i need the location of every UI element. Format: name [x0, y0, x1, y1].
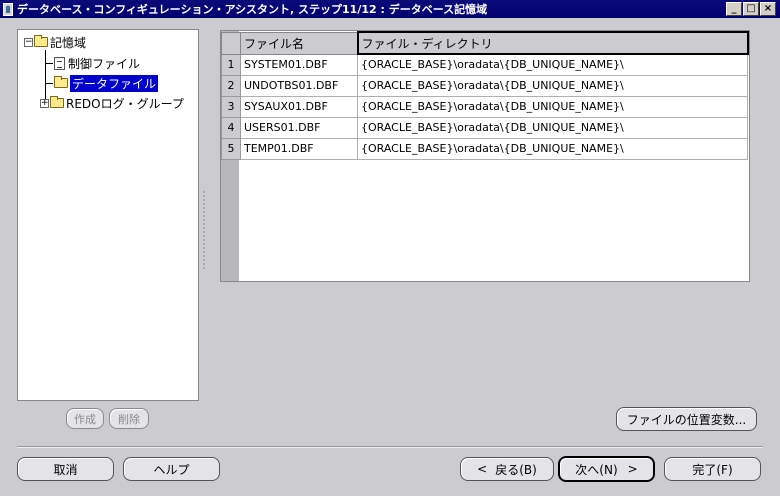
table-row[interactable]: 4 USERS01.DBF {ORACLE_BASE}\oradata\{DB_…: [221, 116, 748, 139]
table-row[interactable]: 2 UNDOTBS01.DBF {ORACLE_BASE}\oradata\{D…: [221, 74, 748, 97]
cell-directory[interactable]: {ORACLE_BASE}\oradata\{DB_UNIQUE_NAME}\: [357, 116, 748, 139]
cell-directory[interactable]: {ORACLE_BASE}\oradata\{DB_UNIQUE_NAME}\: [357, 137, 748, 160]
tree-node-control-files[interactable]: 制御ファイル: [54, 54, 140, 72]
row-number: 3: [221, 95, 241, 118]
back-button[interactable]: < 戻る(B): [460, 457, 554, 481]
tree-connector: [45, 83, 53, 84]
document-icon: [54, 56, 65, 70]
create-button[interactable]: 作成: [66, 408, 104, 429]
app-icon: [3, 2, 13, 16]
collapse-icon[interactable]: −: [24, 37, 33, 47]
close-button[interactable]: ×: [760, 2, 776, 16]
row-number: 5: [221, 137, 241, 160]
cell-filename[interactable]: USERS01.DBF: [240, 116, 358, 139]
title-bar: データベース・コンフィギュレーション・アシスタント, ステップ11/12 : デ…: [0, 0, 780, 18]
column-header-filename[interactable]: ファイル名: [240, 31, 358, 55]
window-controls: _ □ ×: [726, 2, 776, 16]
table-row[interactable]: 1 SYSTEM01.DBF {ORACLE_BASE}\oradata\{DB…: [221, 53, 748, 76]
folder-icon: [34, 35, 48, 47]
minimize-button[interactable]: _: [726, 2, 742, 16]
next-button-label: 次へ(N): [575, 462, 618, 477]
help-button[interactable]: ヘルプ: [123, 457, 220, 481]
maximize-button[interactable]: □: [743, 2, 759, 16]
file-location-variables-button[interactable]: ファイルの位置変数...: [616, 407, 757, 431]
column-header-directory[interactable]: ファイル・ディレクトリ: [356, 31, 749, 55]
cell-directory[interactable]: {ORACLE_BASE}\oradata\{DB_UNIQUE_NAME}\: [357, 74, 748, 97]
tree-node-datafiles[interactable]: データファイル: [54, 74, 159, 92]
row-number: 2: [221, 74, 241, 97]
table-row[interactable]: 5 TEMP01.DBF {ORACLE_BASE}\oradata\{DB_U…: [221, 137, 748, 160]
tree-node-label: 記憶域: [50, 35, 87, 50]
folder-icon: [54, 76, 68, 88]
folder-icon: [50, 96, 64, 108]
cell-directory[interactable]: {ORACLE_BASE}\oradata\{DB_UNIQUE_NAME}\: [357, 95, 748, 118]
tree-connector: [45, 63, 53, 64]
window-title: データベース・コンフィギュレーション・アシスタント, ステップ11/12 : デ…: [17, 3, 488, 16]
table-row[interactable]: 3 SYSAUX01.DBF {ORACLE_BASE}\oradata\{DB…: [221, 95, 748, 118]
cell-filename[interactable]: SYSAUX01.DBF: [240, 95, 358, 118]
cell-directory[interactable]: {ORACLE_BASE}\oradata\{DB_UNIQUE_NAME}\: [357, 53, 748, 76]
tree-node-storage[interactable]: − 記憶域: [24, 33, 86, 51]
datafiles-table: ファイル名 ファイル・ディレクトリ 1 SYSTEM01.DBF {ORACLE…: [220, 30, 750, 282]
delete-button[interactable]: 削除: [109, 408, 149, 429]
tree-node-redo-log-groups[interactable]: + REDOログ・グループ: [40, 94, 184, 112]
row-number: 4: [221, 116, 241, 139]
row-number: 1: [221, 53, 241, 76]
tree-node-label: 制御ファイル: [68, 56, 141, 71]
cancel-button[interactable]: 取消: [17, 457, 114, 481]
storage-tree[interactable]: − 記憶域 制御ファイル データファイル + REDOログ・グループ: [17, 29, 199, 401]
table-corner: [221, 31, 241, 55]
tree-node-label: データファイル: [70, 74, 159, 92]
chevron-right-icon: >: [627, 462, 638, 476]
cell-filename[interactable]: UNDOTBS01.DBF: [240, 74, 358, 97]
back-button-label: 戻る(B): [495, 462, 537, 477]
chevron-left-icon: <: [477, 462, 488, 476]
tree-connector: [45, 50, 46, 100]
expand-icon[interactable]: +: [40, 98, 49, 108]
tree-node-label: REDOログ・グループ: [66, 96, 184, 111]
next-button[interactable]: 次へ(N) >: [558, 456, 655, 482]
splitter-handle[interactable]: [203, 190, 205, 270]
footer-separator: [17, 446, 763, 448]
cell-filename[interactable]: TEMP01.DBF: [240, 137, 358, 160]
cell-filename[interactable]: SYSTEM01.DBF: [240, 53, 358, 76]
finish-button[interactable]: 完了(F): [664, 457, 761, 481]
